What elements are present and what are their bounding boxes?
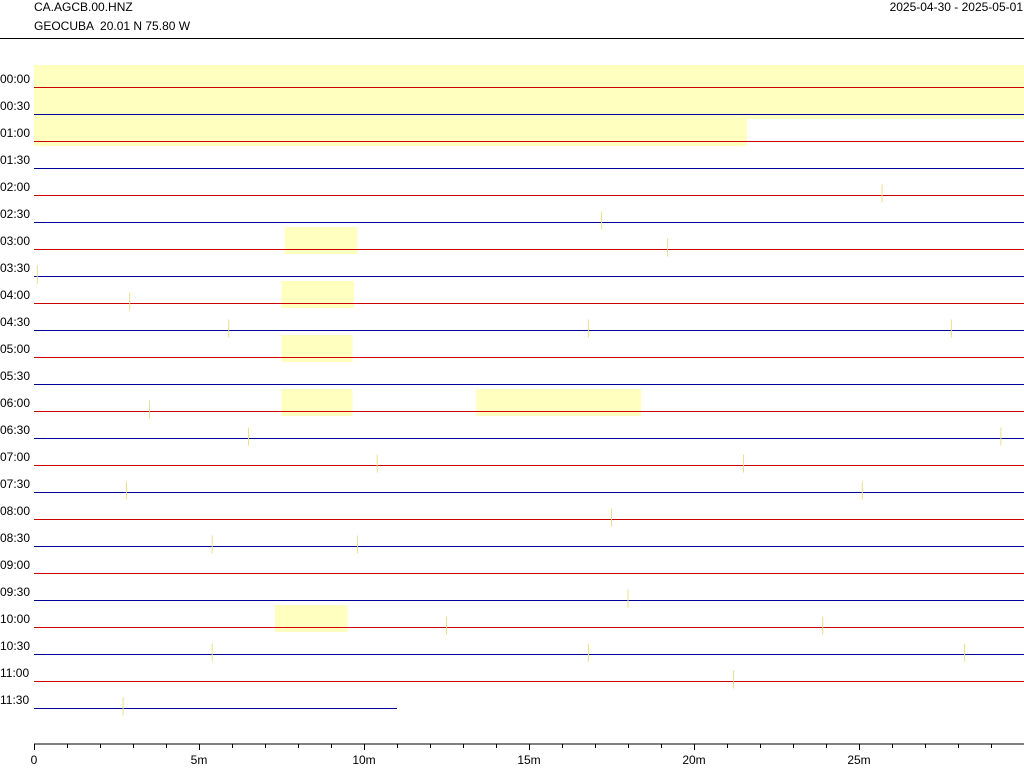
helicorder-plot: 00:00 00:30 01:00 01:30 02:00 02:30 03:00 03:30… bbox=[0, 65, 1024, 767]
x-tick-label: 20m bbox=[682, 753, 705, 767]
spike-marks bbox=[36, 184, 1002, 716]
row-time-label: 07:00 bbox=[0, 450, 30, 464]
x-tick-label: 25m bbox=[847, 753, 870, 767]
x-tick-label: 15m bbox=[517, 753, 540, 767]
row-time-label: 05:30 bbox=[0, 369, 30, 383]
row-time-label: 04:30 bbox=[0, 315, 30, 329]
gap-block bbox=[34, 65, 1024, 119]
row-time-label: 11:00 bbox=[0, 666, 29, 680]
row-time-label: 03:30 bbox=[0, 261, 30, 275]
row-labels: 00:00 00:30 01:00 01:30 02:00 02:30 03:00 03:30… bbox=[0, 72, 30, 707]
row-time-label: 03:00 bbox=[0, 234, 30, 248]
row-time-label: 02:30 bbox=[0, 207, 30, 221]
row-time-label: 07:30 bbox=[0, 477, 30, 491]
row-time-label: 09:00 bbox=[0, 558, 30, 572]
row-time-label: 06:30 bbox=[0, 423, 30, 437]
row-time-label: 00:30 bbox=[0, 99, 30, 113]
row-time-label: 02:00 bbox=[0, 180, 30, 194]
x-tick-label: 0 bbox=[31, 753, 38, 767]
row-time-label: 04:00 bbox=[0, 288, 30, 302]
x-tick-label: 10m bbox=[352, 753, 375, 767]
row-time-label: 10:00 bbox=[0, 612, 30, 626]
row-time-label: 00:00 bbox=[0, 72, 30, 86]
x-tick-label: 5m bbox=[191, 753, 208, 767]
row-time-label: 01:00 bbox=[0, 126, 30, 140]
row-time-label: 11:30 bbox=[0, 693, 29, 707]
row-time-label: 08:30 bbox=[0, 531, 30, 545]
x-axis: 0 5m 10m 15m 20m 25m bbox=[31, 743, 1024, 767]
row-time-label: 08:00 bbox=[0, 504, 30, 518]
row-time-label: 01:30 bbox=[0, 153, 30, 167]
row-time-label: 06:00 bbox=[0, 396, 30, 410]
row-time-label: 05:00 bbox=[0, 342, 30, 356]
row-time-label: 10:30 bbox=[0, 639, 30, 653]
row-time-label: 09:30 bbox=[0, 585, 30, 599]
